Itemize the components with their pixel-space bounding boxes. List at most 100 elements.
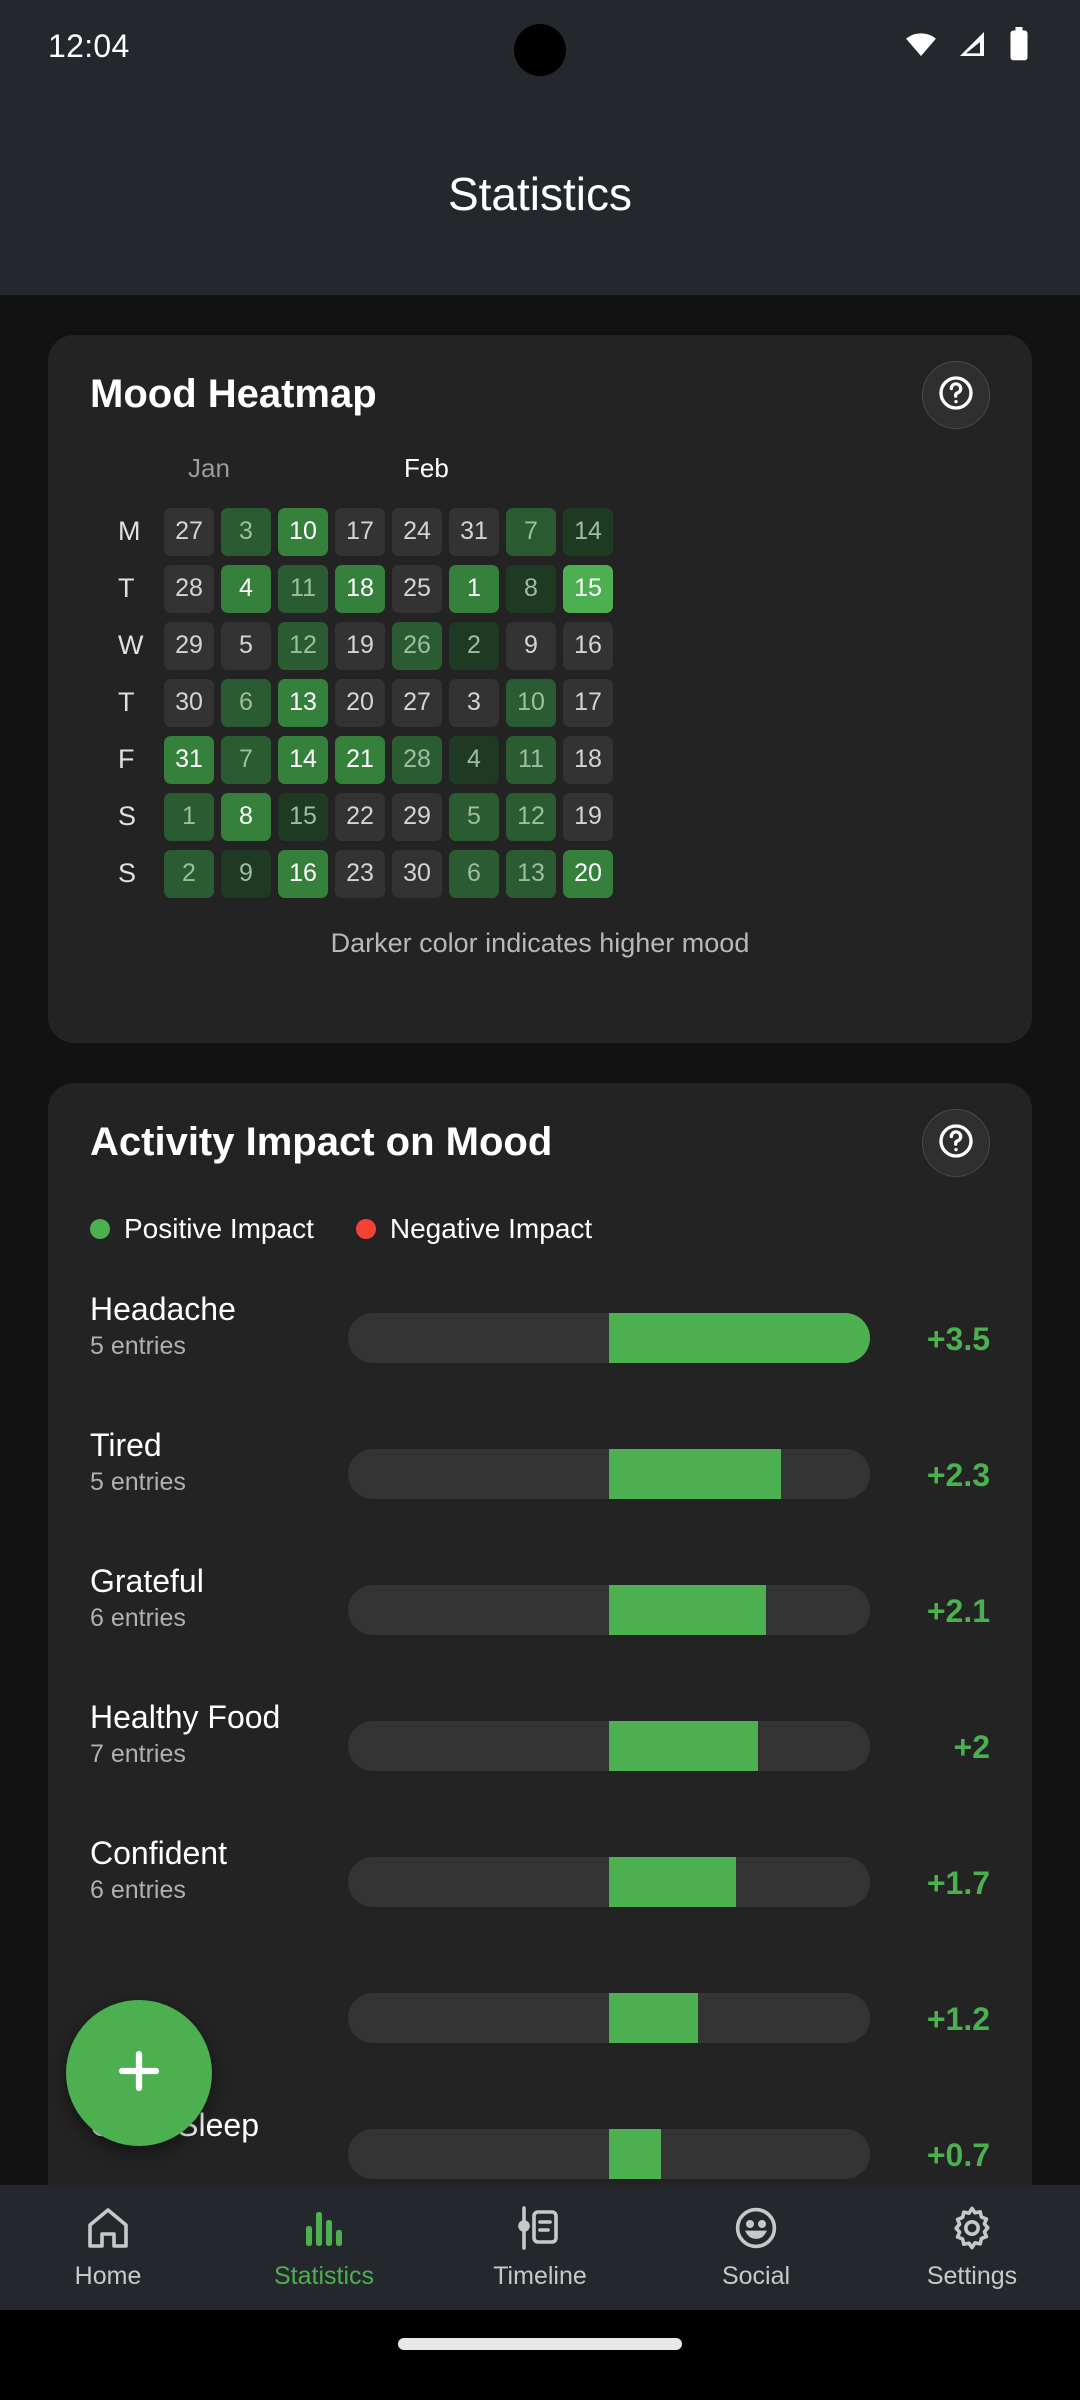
heatmap-cell[interactable]: 16: [278, 849, 328, 898]
heatmap-cell[interactable]: 18: [563, 735, 613, 784]
heatmap-cell[interactable]: 30: [164, 678, 214, 727]
legend-label-negative: Negative Impact: [389, 1213, 593, 1244]
heatmap-cell[interactable]: 8: [506, 564, 556, 613]
home-icon: [84, 2204, 132, 2252]
month-label-feb: Feb: [404, 453, 449, 483]
heatmap-cell[interactable]: 10: [506, 678, 556, 727]
heatmap-cell[interactable]: 3: [449, 678, 499, 727]
heatmap-cell[interactable]: 29: [164, 621, 214, 670]
nav-item-home[interactable]: Home: [0, 2204, 216, 2291]
phone-screen: 12:04 Statistics Mood Heatmap Jan Feb M …: [0, 0, 1080, 2400]
heatmap-day-label: S: [118, 858, 137, 888]
month-label-jan: Jan: [188, 453, 230, 483]
activity-help-button[interactable]: [922, 1109, 990, 1177]
activity-entry-count: 6 entries: [90, 1603, 186, 1632]
add-entry-fab[interactable]: [66, 2000, 212, 2146]
heatmap-cell[interactable]: 12: [506, 792, 556, 841]
heatmap-cell[interactable]: 17: [335, 507, 385, 556]
heatmap-cell[interactable]: 6: [449, 849, 499, 898]
nav-label: Statistics: [273, 2262, 375, 2290]
scroll-content[interactable]: Mood Heatmap Jan Feb M 27 3 10 17 24 31 7 14 T 28 4…: [0, 295, 1080, 2185]
heatmap-cell[interactable]: 12: [278, 621, 328, 670]
heatmap-cell[interactable]: 7: [221, 735, 271, 784]
activity-bar-fill: [609, 1721, 759, 1771]
heatmap-cell[interactable]: 15: [278, 792, 328, 841]
legend-label-positive: Positive Impact: [124, 1213, 314, 1244]
heatmap-cell[interactable]: 25: [392, 564, 442, 613]
heatmap-cell[interactable]: 7: [506, 507, 556, 556]
activity-row[interactable]: Healthy Food 7 entries +2: [48, 1683, 1032, 1819]
heatmap-cell[interactable]: 31: [449, 507, 499, 556]
activity-row[interactable]: Tired 5 entries +2.3: [48, 1411, 1032, 1547]
heatmap-cell[interactable]: 16: [563, 621, 613, 670]
heatmap-cell[interactable]: 11: [278, 564, 328, 613]
nav-item-social[interactable]: Social: [648, 2204, 864, 2291]
activity-value: +2.1: [926, 1593, 990, 1629]
activity-bar-fill: [609, 1449, 781, 1499]
heatmap-day-label: T: [118, 687, 135, 717]
activity-row[interactable]: Headache 5 entries +3.5: [48, 1275, 1032, 1411]
heatmap-cell[interactable]: 13: [506, 849, 556, 898]
heatmap-grid[interactable]: M 27 3 10 17 24 31 7 14 T 28 4 11 18 25 1 8 15 W 29 5 12 19 26 2…: [110, 503, 1032, 902]
heatmap-cell[interactable]: 3: [221, 507, 271, 556]
heatmap-cell[interactable]: 10: [278, 507, 328, 556]
heatmap-cell[interactable]: 19: [335, 621, 385, 670]
heatmap-row: M 27 3 10 17 24 31 7 14: [110, 503, 1032, 560]
heatmap-cell[interactable]: 9: [221, 849, 271, 898]
heatmap-cell[interactable]: 1: [164, 792, 214, 841]
heatmap-cell[interactable]: 9: [506, 621, 556, 670]
heatmap-cell[interactable]: 8: [221, 792, 271, 841]
heatmap-cell[interactable]: 31: [164, 735, 214, 784]
wifi-icon: [904, 27, 938, 66]
heatmap-cell[interactable]: 28: [164, 564, 214, 613]
activity-entry-count: 5 entries: [90, 1331, 186, 1360]
heatmap-cell[interactable]: 20: [563, 849, 613, 898]
heatmap-cell[interactable]: 19: [563, 792, 613, 841]
heatmap-row: T 30 6 13 20 27 3 10 17: [110, 674, 1032, 731]
heatmap-cell[interactable]: 26: [392, 621, 442, 670]
nav-label: Timeline: [493, 2262, 587, 2290]
heatmap-cell[interactable]: 28: [392, 735, 442, 784]
heatmap-cell[interactable]: 11: [506, 735, 556, 784]
activity-label-group: Healthy Food 7 entries: [90, 1699, 360, 1769]
heatmap-cell[interactable]: 23: [335, 849, 385, 898]
heatmap-cell[interactable]: 20: [335, 678, 385, 727]
heatmap-cell[interactable]: 14: [563, 507, 613, 556]
nav-item-timeline[interactable]: Timeline: [432, 2204, 648, 2291]
heatmap-caption: Darker color indicates higher mood: [330, 928, 750, 958]
heatmap-cell[interactable]: 2: [449, 621, 499, 670]
activity-bar-fill: [609, 1993, 699, 2043]
heatmap-cell[interactable]: 2: [164, 849, 214, 898]
gesture-pill[interactable]: [398, 2338, 682, 2350]
activity-row[interactable]: Confident 6 entries +1.7: [48, 1819, 1032, 1955]
activity-card-header: Activity Impact on Mood: [48, 1083, 1032, 1201]
activity-bar-fill: [609, 1313, 870, 1363]
heatmap-cell[interactable]: 15: [563, 564, 613, 613]
heatmap-cell[interactable]: 13: [278, 678, 328, 727]
heatmap-cell[interactable]: 4: [449, 735, 499, 784]
status-time: 12:04: [48, 27, 130, 64]
heatmap-cell[interactable]: 5: [221, 621, 271, 670]
heatmap-cell[interactable]: 21: [335, 735, 385, 784]
nav-item-settings[interactable]: Settings: [864, 2204, 1080, 2291]
plus-icon: [110, 2042, 168, 2105]
nav-item-statistics[interactable]: Statistics: [216, 2204, 432, 2291]
heatmap-cell[interactable]: 18: [335, 564, 385, 613]
heatmap-cell[interactable]: 30: [392, 849, 442, 898]
activity-row[interactable]: Grateful 6 entries +2.1: [48, 1547, 1032, 1683]
heatmap-cell[interactable]: 4: [221, 564, 271, 613]
heatmap-cell[interactable]: 29: [392, 792, 442, 841]
heatmap-cell[interactable]: 5: [449, 792, 499, 841]
heatmap-cell[interactable]: 27: [164, 507, 214, 556]
legend-item-negative: Negative Impact: [355, 1213, 593, 1245]
activity-name: Tired: [90, 1427, 162, 1463]
heatmap-day-label: M: [118, 516, 141, 546]
heatmap-cell[interactable]: 22: [335, 792, 385, 841]
heatmap-cell[interactable]: 24: [392, 507, 442, 556]
heatmap-cell[interactable]: 17: [563, 678, 613, 727]
heatmap-help-button[interactable]: [922, 361, 990, 429]
heatmap-cell[interactable]: 6: [221, 678, 271, 727]
heatmap-cell[interactable]: 1: [449, 564, 499, 613]
heatmap-cell[interactable]: 14: [278, 735, 328, 784]
heatmap-cell[interactable]: 27: [392, 678, 442, 727]
